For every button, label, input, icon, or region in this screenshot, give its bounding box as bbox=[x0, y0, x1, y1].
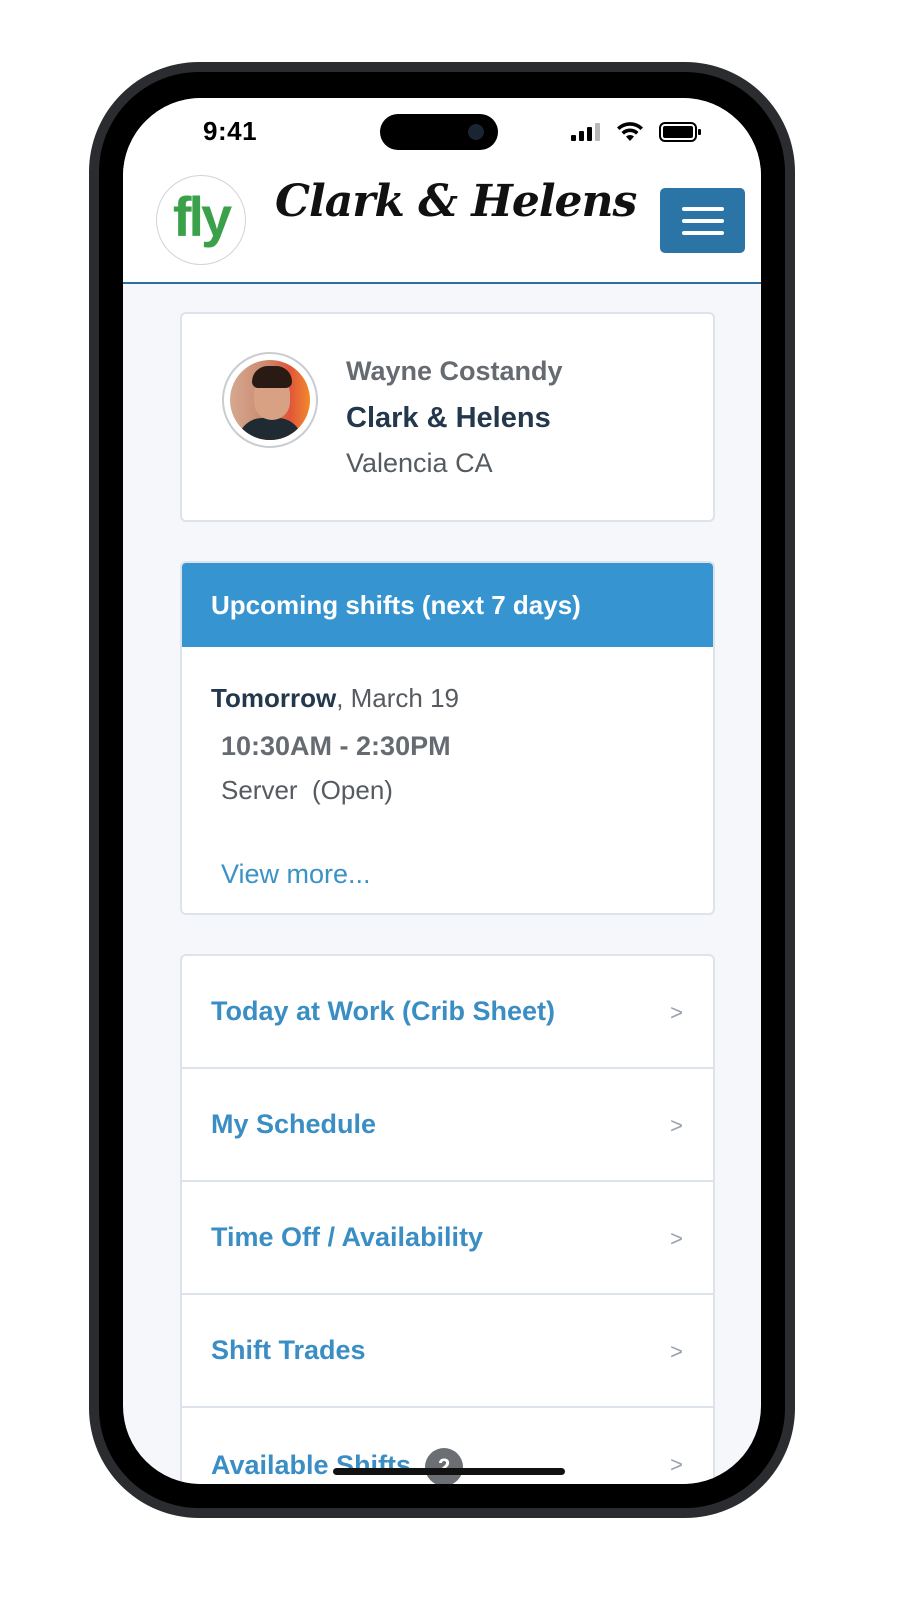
chevron-right-icon: > bbox=[670, 1339, 683, 1364]
status-icons bbox=[571, 120, 701, 144]
shift-day-label: Tomorrow bbox=[211, 683, 337, 713]
hamburger-menu-button[interactable] bbox=[660, 188, 745, 253]
chevron-right-icon: > bbox=[670, 1452, 683, 1477]
dynamic-island bbox=[380, 114, 498, 150]
menu-item-today-at-work[interactable]: Today at Work (Crib Sheet) > bbox=[182, 956, 713, 1069]
status-bar: 9:41 bbox=[123, 98, 761, 168]
hamburger-line-icon bbox=[681, 206, 724, 211]
app-header: fly Clark & Helens bbox=[123, 168, 761, 284]
menu-item-time-off-availability[interactable]: Time Off / Availability > bbox=[182, 1182, 713, 1295]
profile-company: Clark & Helens bbox=[346, 402, 551, 434]
menu-item-label: My Schedule bbox=[211, 1109, 377, 1139]
avatar-photo bbox=[230, 360, 310, 440]
shift-date: Tomorrow, March 19 bbox=[211, 683, 459, 714]
navigation-list: Today at Work (Crib Sheet) > My Schedule… bbox=[180, 954, 715, 1484]
wifi-icon bbox=[617, 122, 643, 141]
upcoming-shifts-card: Upcoming shifts (next 7 days) Tomorrow, … bbox=[180, 561, 715, 915]
camera-icon bbox=[468, 124, 484, 140]
hamburger-line-icon bbox=[681, 230, 724, 235]
menu-item-label: Shift Trades bbox=[211, 1335, 366, 1365]
menu-item-label: Today at Work (Crib Sheet) bbox=[211, 996, 556, 1026]
logo-text: fly bbox=[172, 184, 232, 248]
menu-item-shift-trades[interactable]: Shift Trades > bbox=[182, 1295, 713, 1408]
battery-icon bbox=[659, 122, 701, 142]
status-time: 9:41 bbox=[203, 116, 258, 146]
shift-date-suffix: , March 19 bbox=[336, 683, 460, 713]
menu-item-label: Time Off / Availability bbox=[211, 1222, 484, 1252]
profile-name: Wayne Costandy bbox=[346, 356, 563, 386]
chevron-right-icon: > bbox=[670, 1113, 683, 1138]
chevron-right-icon: > bbox=[670, 1226, 683, 1251]
upcoming-shifts-header: Upcoming shifts (next 7 days) bbox=[182, 563, 713, 647]
chevron-right-icon: > bbox=[670, 1000, 683, 1025]
profile-card: Wayne Costandy Clark & Helens Valencia C… bbox=[180, 312, 715, 522]
shift-time-range: 10:30AM - 2:30PM bbox=[221, 731, 451, 761]
view-more-link[interactable]: View more... bbox=[221, 859, 371, 890]
cellular-signal-icon bbox=[571, 123, 600, 141]
brand-name: Clark & Helens bbox=[275, 176, 637, 227]
count-badge: 2 bbox=[425, 1448, 464, 1484]
profile-location: Valencia CA bbox=[346, 448, 493, 478]
phone-screen: 9:41 fly Clark & Helens Wayne Costandy C… bbox=[123, 98, 761, 1484]
avatar bbox=[222, 352, 318, 448]
available-shifts-label: Available Shifts bbox=[211, 1450, 412, 1481]
menu-item-label: Available Shifts 2 bbox=[211, 1448, 464, 1484]
shift-role: Server (Open) bbox=[221, 775, 393, 805]
fly-logo[interactable]: fly bbox=[156, 175, 246, 265]
menu-item-my-schedule[interactable]: My Schedule > bbox=[182, 1069, 713, 1182]
home-indicator[interactable] bbox=[333, 1468, 565, 1475]
hamburger-line-icon bbox=[681, 218, 724, 223]
